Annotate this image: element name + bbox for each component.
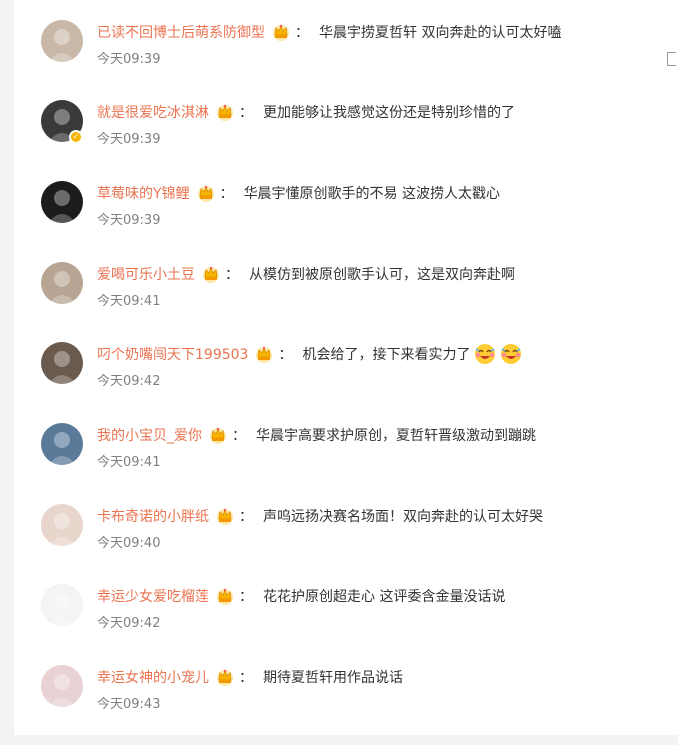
comment-item: 我的小宝贝_爱你 ： 华晨宇高要求护原创，夏哲轩晋级激动到蹦跳今天09:41 — [14, 423, 678, 503]
comment-timestamp: 今天09:39 — [97, 213, 161, 228]
crown-icon — [201, 264, 221, 284]
comment-item: 卡布奇诺的小胖纸 ： 声呜远扬决赛名场面！双向奔赴的认可太好哭今天09:40 — [14, 504, 678, 584]
comment-text: 华晨宇懂原创歌手的不易 这波捞人太戳心 — [243, 186, 501, 202]
separator-colon: ： — [239, 509, 253, 525]
username-link[interactable]: 草莓味的Y锦鲤 — [97, 183, 190, 203]
separator-colon: ： — [232, 428, 246, 444]
crown-icon — [196, 183, 216, 203]
separator-colon: ： — [219, 186, 234, 202]
comment-line: 爱喝可乐小土豆 ： 从模仿到被原创歌手认可，这是双向奔赴啊 — [97, 262, 515, 286]
comment-line: 卡布奇诺的小胖纸 ： 声呜远扬决赛名场面！双向奔赴的认可太好哭 — [97, 504, 543, 528]
comment-line: 叼个奶嘴闯天下199503 ： 机会给了，接下来看实力了 — [97, 342, 522, 366]
crown-icon — [215, 506, 235, 526]
username-link[interactable]: 就是很爱吃冰淇淋 — [97, 102, 209, 122]
avatar[interactable] — [41, 584, 83, 626]
separator-colon: ： — [295, 25, 309, 41]
comment-timestamp: 今天09:43 — [97, 697, 161, 712]
comment-text: 华晨宇高要求护原创，夏哲轩晋级激动到蹦跳 — [256, 428, 536, 444]
separator-colon: ： — [239, 670, 253, 686]
comment-item: 叼个奶嘴闯天下199503 ： 机会给了，接下来看实力了今天09:42 — [14, 342, 678, 422]
comment-timestamp: 今天09:42 — [97, 616, 161, 631]
comment-item: ✓ 就是很爱吃冰淇淋 ： 更加能够让我感觉这份还是特别珍惜的了今天09:39 — [14, 100, 678, 180]
comment-timestamp: 今天09:41 — [97, 455, 161, 470]
comment-timestamp: 今天09:40 — [97, 536, 161, 551]
comment-line: 就是很爱吃冰淇淋 ： 更加能够让我感觉这份还是特别珍惜的了 — [97, 100, 515, 124]
comment-text: 更加能够让我感觉这份还是特别珍惜的了 — [263, 105, 515, 121]
comment-timestamp: 今天09:39 — [97, 52, 161, 67]
avatar[interactable] — [41, 262, 83, 304]
separator-colon: ： — [239, 105, 253, 121]
comment-line: 草莓味的Y锦鲤 ： 华晨宇懂原创歌手的不易 这波捞人太戳心 — [97, 181, 500, 205]
crown-icon — [215, 586, 235, 606]
username-link[interactable]: 爱喝可乐小土豆 — [97, 264, 195, 284]
comment-line: 我的小宝贝_爱你 ： 华晨宇高要求护原创，夏哲轩晋级激动到蹦跳 — [97, 423, 536, 447]
avatar[interactable] — [41, 423, 83, 465]
comment-item: 已读不回博士后萌系防御型 ： 华晨宇捞夏哲轩 双向奔赴的认可太好嗑今天09:39 — [14, 20, 678, 100]
comment-line: 幸运少女爱吃榴莲 ： 花花护原创超走心 这评委含金量没话说 — [97, 584, 505, 608]
username-link[interactable]: 我的小宝贝_爱你 — [97, 425, 202, 445]
avatar[interactable] — [41, 504, 83, 546]
comment-text: 期待夏哲轩用作品说话 — [263, 670, 403, 686]
separator-colon: ： — [278, 347, 293, 363]
comment-panel: 已读不回博士后萌系防御型 ： 华晨宇捞夏哲轩 双向奔赴的认可太好嗑今天09:39 ✓ 就… — [14, 0, 678, 735]
comment-item: 幸运少女爱吃榴莲 ： 花花护原创超走心 这评委含金量没话说今天09:42 — [14, 584, 678, 664]
username-link[interactable]: 幸运少女爱吃榴莲 — [97, 586, 209, 606]
crown-icon — [215, 102, 235, 122]
crown-icon — [254, 344, 274, 364]
crown-icon — [271, 22, 291, 42]
username-link[interactable]: 叼个奶嘴闯天下199503 — [97, 344, 248, 364]
username-link[interactable]: 已读不回博士后萌系防御型 — [97, 22, 265, 42]
comment-text: 华晨宇捞夏哲轩 双向奔赴的认可太好嗑 — [319, 25, 562, 41]
comment-item: 爱喝可乐小土豆 ： 从模仿到被原创歌手认可，这是双向奔赴啊今天09:41 — [14, 262, 678, 342]
verified-badge-icon: ✓ — [69, 130, 83, 144]
comment-item: 幸运女神的小宠儿 ： 期待夏哲轩用作品说话今天09:43 — [14, 665, 678, 745]
username-link[interactable]: 卡布奇诺的小胖纸 — [97, 506, 209, 526]
comment-item: 草莓味的Y锦鲤 ： 华晨宇懂原创歌手的不易 这波捞人太戳心今天09:39 — [14, 181, 678, 261]
comment-line: 幸运女神的小宠儿 ： 期待夏哲轩用作品说话 — [97, 665, 403, 689]
comment-line: 已读不回博士后萌系防御型 ： 华晨宇捞夏哲轩 双向奔赴的认可太好嗑 — [97, 20, 561, 44]
laugh-cry-emoji-icon — [500, 343, 522, 365]
laugh-cry-emoji-icon — [474, 343, 496, 365]
comment-timestamp: 今天09:39 — [97, 132, 161, 147]
comment-text: 机会给了，接下来看实力了 — [302, 347, 471, 363]
avatar[interactable] — [41, 20, 83, 62]
comment-timestamp: 今天09:41 — [97, 294, 161, 309]
comment-text: 从模仿到被原创歌手认可，这是双向奔赴啊 — [249, 267, 515, 283]
comment-text: 花花护原创超走心 这评委含金量没话说 — [263, 589, 506, 605]
avatar[interactable] — [41, 181, 83, 223]
avatar[interactable] — [41, 342, 83, 384]
separator-colon: ： — [239, 589, 253, 605]
crown-icon — [215, 667, 235, 687]
username-link[interactable]: 幸运女神的小宠儿 — [97, 667, 209, 687]
avatar[interactable] — [41, 665, 83, 707]
comment-timestamp: 今天09:42 — [97, 374, 161, 389]
comment-text: 声呜远扬决赛名场面！双向奔赴的认可太好哭 — [263, 509, 543, 525]
separator-colon: ： — [225, 267, 239, 283]
crown-icon — [208, 425, 228, 445]
